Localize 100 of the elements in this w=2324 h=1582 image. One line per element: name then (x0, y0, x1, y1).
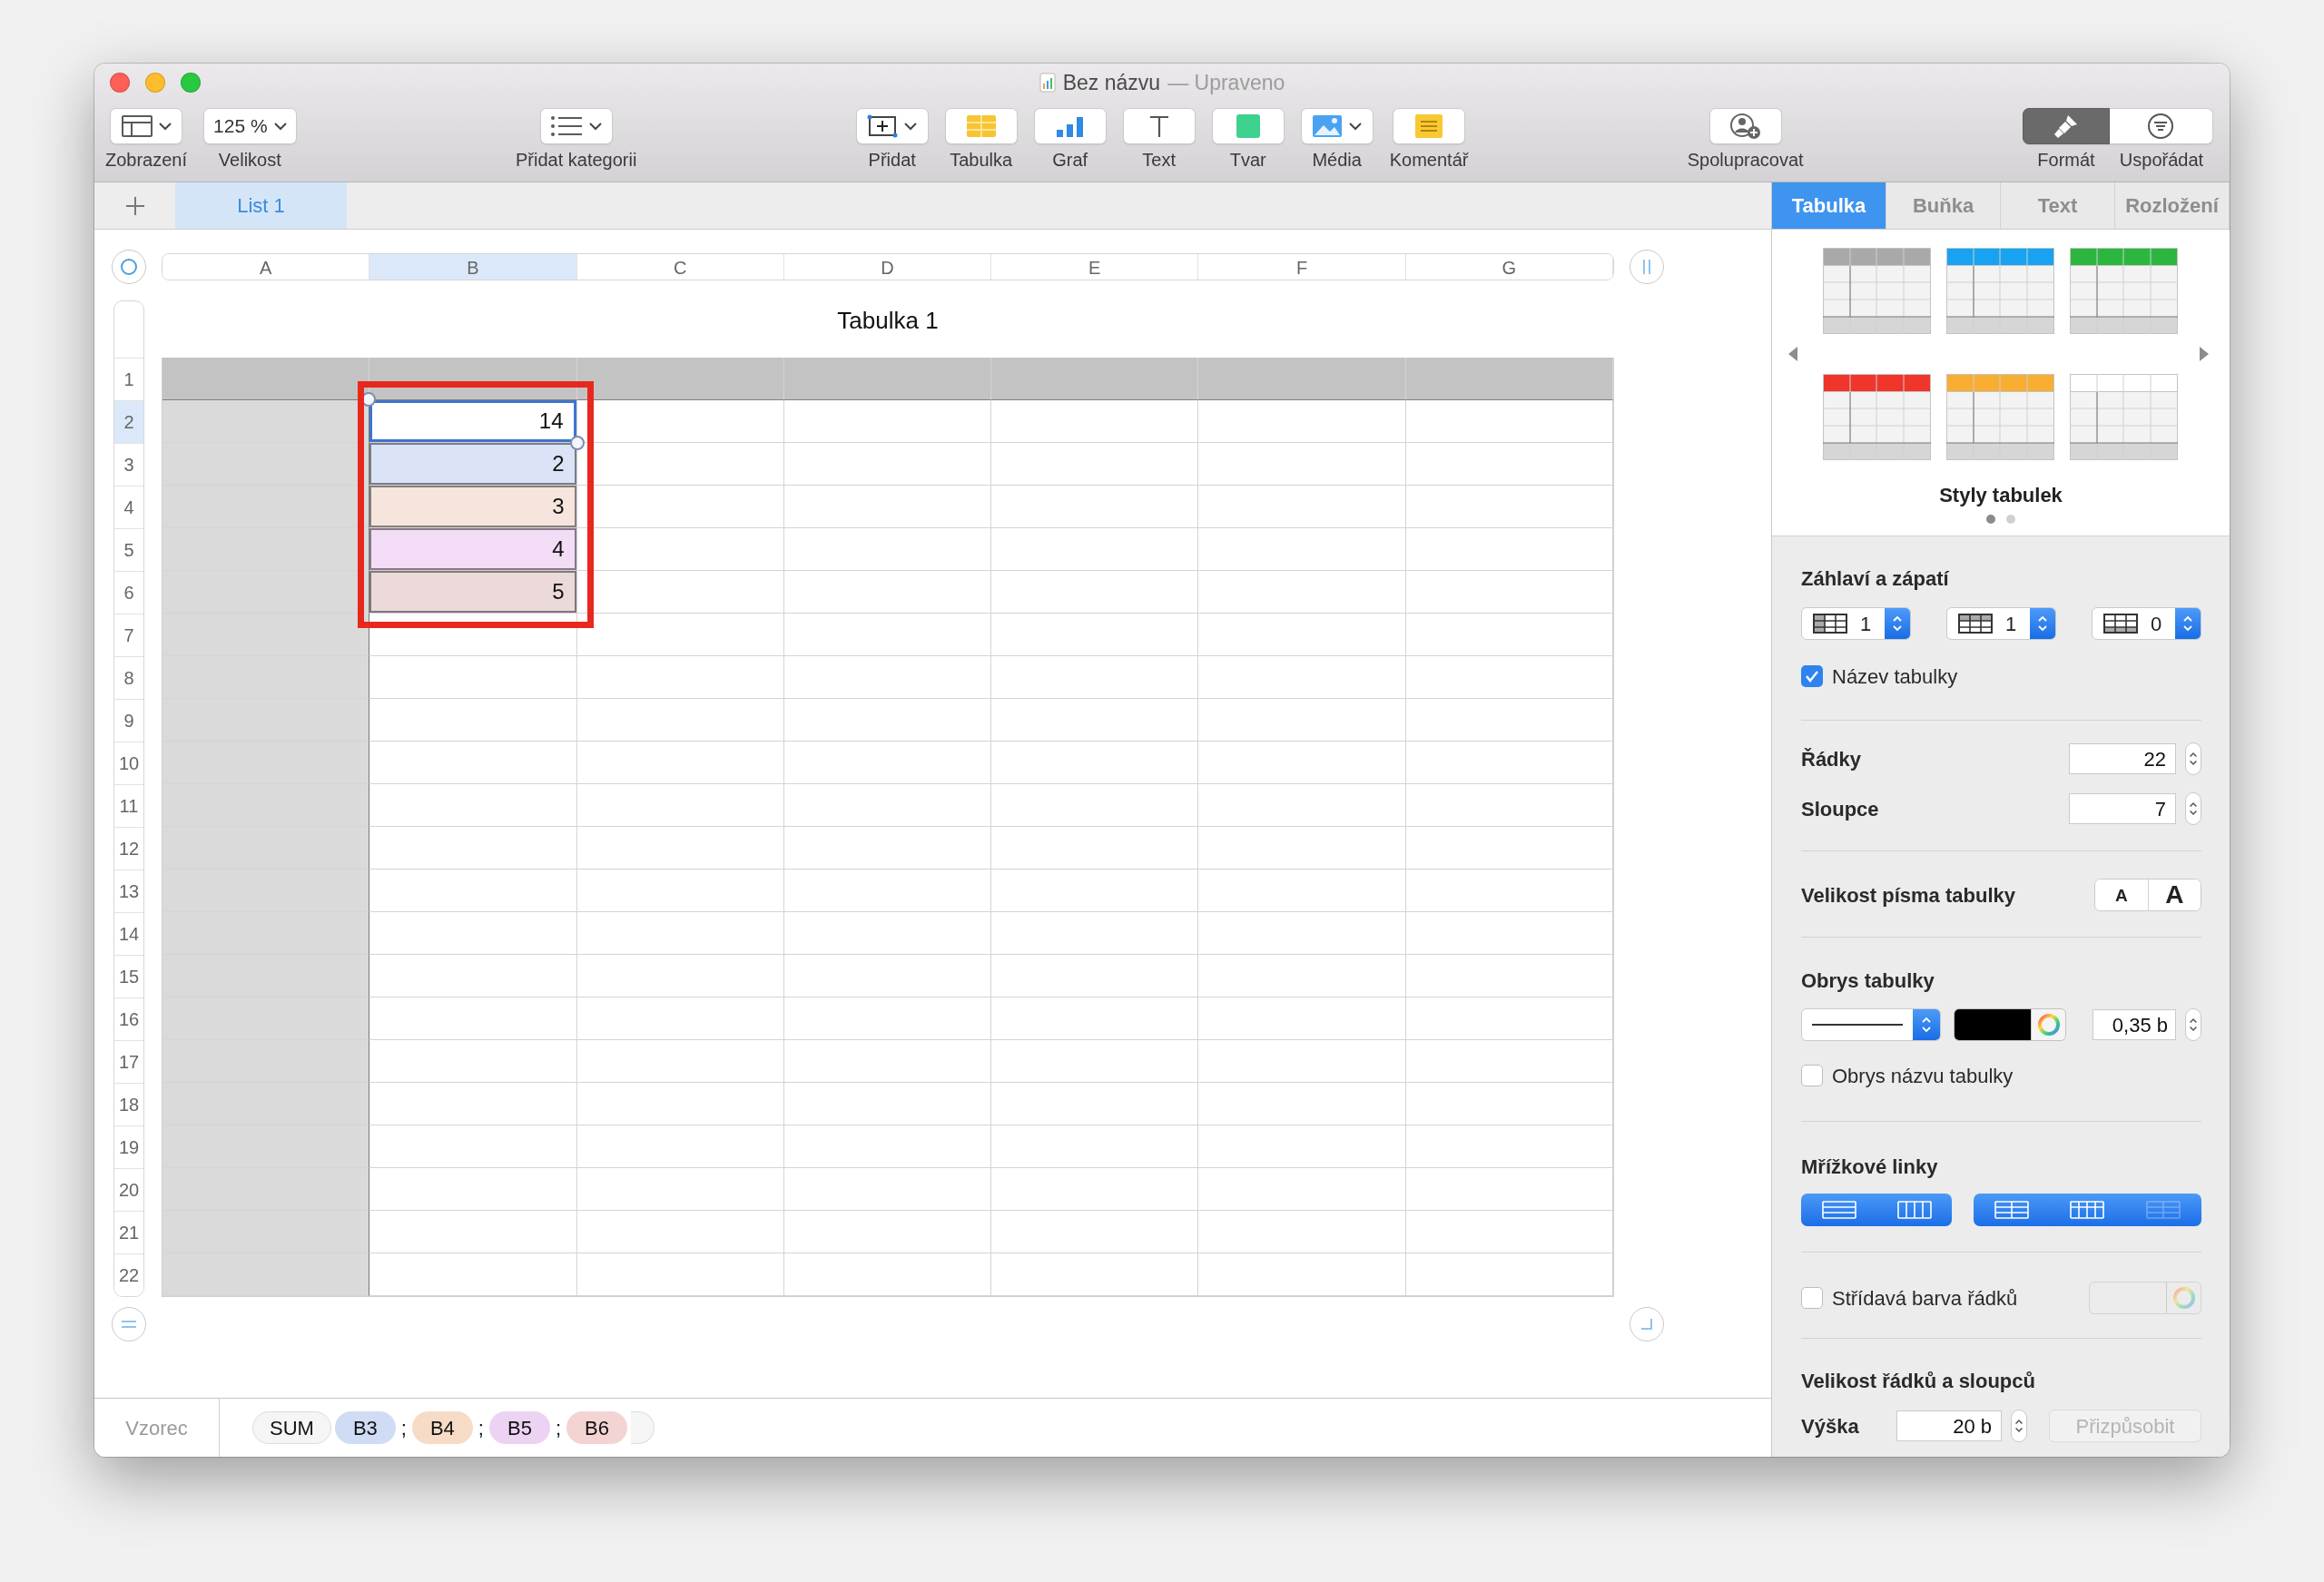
select-table-button[interactable] (112, 250, 146, 284)
checkbox[interactable] (1801, 665, 1823, 687)
table-cell[interactable] (991, 571, 1199, 614)
table-cell[interactable] (783, 443, 992, 486)
table-cell[interactable] (783, 955, 992, 997)
table-cell[interactable] (783, 614, 992, 656)
table-cell[interactable]: 5 (369, 571, 576, 613)
table-cell[interactable] (369, 870, 577, 912)
freeze-rows-button[interactable] (112, 1307, 146, 1341)
table-cell[interactable] (1405, 614, 1613, 656)
table-cell[interactable] (369, 742, 577, 784)
table-cell[interactable] (1405, 1040, 1613, 1083)
color-well[interactable] (1954, 1008, 2066, 1041)
table-cell[interactable] (991, 400, 1199, 443)
cell-reference[interactable]: B4 (411, 1411, 473, 1444)
table-cell[interactable] (369, 912, 577, 955)
table-cell[interactable] (783, 1040, 992, 1083)
table-cell[interactable] (1198, 400, 1406, 443)
cell-reference[interactable]: B5 (489, 1411, 550, 1444)
table-cell[interactable] (369, 699, 577, 742)
table-cell[interactable] (576, 1083, 784, 1125)
table-cell[interactable] (369, 1211, 577, 1253)
table-cell[interactable] (369, 1040, 577, 1083)
table-cell[interactable] (1405, 870, 1613, 912)
color-wheel-icon[interactable] (2037, 1014, 2060, 1036)
gridline-button-group[interactable] (1974, 1194, 2201, 1226)
chart-button[interactable] (1033, 108, 1107, 144)
table-cell[interactable] (1198, 784, 1406, 827)
table-button[interactable] (944, 108, 1018, 144)
page-dot[interactable] (1986, 515, 1995, 524)
table-cell[interactable] (783, 870, 992, 912)
table-cell[interactable]: 4 (369, 528, 576, 570)
table-cell[interactable] (1405, 443, 1613, 486)
table-cell[interactable] (991, 870, 1199, 912)
stepper-field[interactable]: 1 (1801, 607, 1911, 640)
table-cell[interactable] (1198, 486, 1406, 528)
table-cell[interactable] (1198, 614, 1406, 656)
table-cell[interactable] (783, 827, 992, 870)
table-cell[interactable] (991, 742, 1199, 784)
table-cell[interactable] (1405, 912, 1613, 955)
media-button[interactable] (1300, 108, 1374, 144)
table-cell[interactable] (576, 656, 784, 699)
arrange-button[interactable] (2110, 108, 2213, 144)
table-cell[interactable] (783, 912, 992, 955)
table-cell[interactable] (576, 1253, 784, 1296)
table-cell[interactable] (1198, 1125, 1406, 1168)
table-cell[interactable] (1198, 1040, 1406, 1083)
line-style-dropdown[interactable] (1801, 1008, 1941, 1041)
table-cell[interactable] (991, 827, 1199, 870)
table-cell[interactable] (1405, 656, 1613, 699)
table-style-thumbnail[interactable] (1823, 374, 1931, 460)
table-cell[interactable] (1405, 827, 1613, 870)
table-cell[interactable] (1405, 997, 1613, 1040)
table-cell[interactable] (1198, 827, 1406, 870)
table-cell[interactable] (991, 486, 1199, 528)
color-well[interactable] (2089, 1282, 2201, 1314)
table-cell[interactable] (783, 1211, 992, 1253)
table-cell[interactable] (991, 912, 1199, 955)
table-cell[interactable]: 2 (369, 443, 576, 485)
table-cell[interactable] (1405, 784, 1613, 827)
number-field[interactable]: 20 b (1896, 1410, 2002, 1441)
freeze-columns-button[interactable] (1630, 250, 1664, 284)
table-cell[interactable] (576, 997, 784, 1040)
table-cell[interactable] (991, 1083, 1199, 1125)
number-field[interactable]: 7 (2069, 793, 2176, 824)
table-cell[interactable] (1198, 1253, 1406, 1296)
add-sheet-icon[interactable] (124, 195, 145, 216)
table-cell[interactable] (369, 1253, 577, 1296)
table-cell[interactable] (991, 656, 1199, 699)
table-cell[interactable] (1405, 528, 1613, 571)
table-cell[interactable] (1405, 400, 1613, 443)
table-cell[interactable] (576, 912, 784, 955)
table-cell[interactable] (991, 955, 1199, 997)
text-button[interactable] (1122, 108, 1196, 144)
table-cell[interactable] (1198, 1168, 1406, 1211)
table-cell[interactable] (991, 997, 1199, 1040)
table-cell[interactable] (783, 1253, 992, 1296)
left-arrow-icon[interactable] (1787, 346, 1798, 362)
table-cell[interactable] (783, 571, 992, 614)
table-cell[interactable] (991, 1125, 1199, 1168)
window-close-button[interactable] (110, 73, 130, 93)
table-cell[interactable] (576, 571, 784, 614)
window-minimize-button[interactable] (145, 73, 165, 93)
row-header[interactable]: 22 (114, 1253, 143, 1296)
table-cell[interactable] (369, 1083, 577, 1125)
page-dot[interactable] (2006, 515, 2015, 524)
category-button[interactable] (539, 108, 613, 144)
table-cell[interactable] (576, 1211, 784, 1253)
table-cell[interactable] (783, 528, 992, 571)
table-cell[interactable] (991, 784, 1199, 827)
checkbox[interactable] (1801, 1065, 1823, 1086)
table-cell[interactable] (991, 614, 1199, 656)
table-cell[interactable] (576, 870, 784, 912)
table-cell[interactable] (1405, 1253, 1613, 1296)
checkbox[interactable] (1801, 1287, 1823, 1309)
table-cell[interactable] (369, 1168, 577, 1211)
table-cell[interactable] (1198, 571, 1406, 614)
table-cell[interactable] (1405, 1125, 1613, 1168)
comment-button[interactable] (1393, 108, 1466, 144)
table-cell[interactable]: 3 (369, 486, 576, 527)
